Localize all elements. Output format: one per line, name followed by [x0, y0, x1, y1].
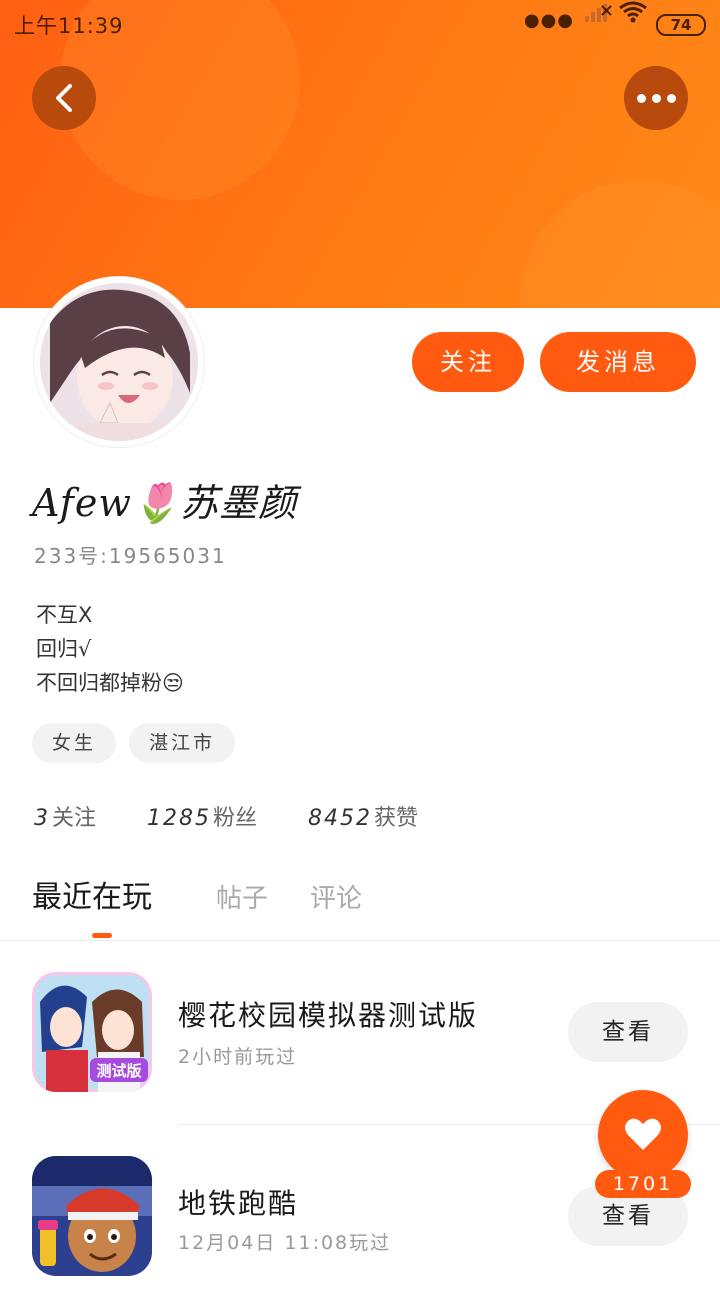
more-options-button[interactable] — [624, 66, 688, 130]
heart-icon — [625, 1118, 661, 1150]
profile-header: 上午11:39 ●●● 74 — [0, 0, 720, 308]
game-badge: 测试版 — [96, 1062, 141, 1080]
more-dots-icon: ●●● — [523, 10, 574, 31]
tag-gender: 女生 — [32, 723, 117, 763]
avatar[interactable] — [34, 277, 204, 447]
like-button[interactable] — [598, 1090, 688, 1180]
profile-tags: 女生 湛江市 — [32, 723, 243, 763]
view-game-button[interactable]: 查看 — [568, 1002, 688, 1062]
game-last-played: 2小时前玩过 — [178, 1046, 298, 1068]
stat-label: 粉丝 — [213, 806, 258, 831]
bio-line: 回归√ — [36, 637, 92, 661]
battery-icon: 74 — [656, 14, 706, 36]
stat-label: 关注 — [52, 806, 97, 831]
wifi-icon — [619, 1, 647, 23]
avatar-image — [40, 283, 198, 441]
profile-stats: 3关注 1285粉丝 8452获赞 — [34, 800, 462, 832]
game-last-played: 12月04日 11:08玩过 — [178, 1232, 392, 1254]
header-decoration — [520, 180, 720, 308]
back-button[interactable] — [32, 66, 96, 130]
bio: 不互X 回归√ 不回归都掉粉😒 — [36, 598, 184, 700]
active-tab-indicator — [92, 933, 112, 938]
chevron-left-icon — [56, 84, 72, 112]
game-icon-subway-surfers — [32, 1156, 152, 1276]
stat-number: 8452 — [308, 806, 373, 831]
game-title: 地铁跑酷 — [178, 1187, 299, 1220]
tab-recently-played[interactable]: 最近在玩 — [32, 872, 152, 916]
send-message-button[interactable]: 发消息 — [540, 332, 696, 392]
stat-following[interactable]: 3关注 — [34, 800, 96, 832]
tab-posts[interactable]: 帖子 — [216, 878, 268, 915]
bio-line: 不回归都掉粉😒 — [36, 671, 184, 695]
status-bar: 上午11:39 ●●● 74 — [0, 0, 720, 50]
stat-number: 1285 — [147, 806, 212, 831]
status-time: 上午11:39 — [14, 14, 124, 38]
user-id: 233号:19565031 — [34, 544, 227, 568]
list-item[interactable]: 测试版 樱花校园模拟器测试版 2小时前玩过 查看 — [0, 970, 720, 1110]
username: Afew🌷苏墨颜 — [32, 481, 298, 525]
stat-likes[interactable]: 8452获赞 — [308, 800, 418, 832]
divider — [0, 940, 720, 941]
follow-button[interactable]: 关注 — [412, 332, 524, 392]
signal-icon — [585, 4, 612, 22]
stat-label: 获赞 — [374, 806, 419, 831]
tab-comments[interactable]: 评论 — [310, 878, 362, 915]
stat-followers[interactable]: 1285粉丝 — [147, 800, 257, 832]
like-count: 1701 — [595, 1170, 691, 1198]
stat-number: 3 — [34, 806, 50, 831]
game-title: 樱花校园模拟器测试版 — [178, 999, 479, 1032]
bio-line: 不互X — [36, 603, 93, 627]
game-icon-sakura: 测试版 — [32, 972, 152, 1092]
tag-city: 湛江市 — [129, 723, 236, 763]
